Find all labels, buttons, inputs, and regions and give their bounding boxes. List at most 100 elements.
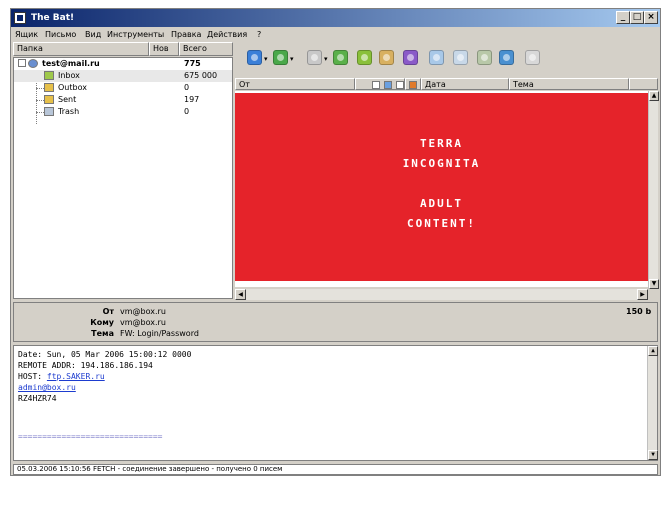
folder-count: 675 000 <box>184 71 218 80</box>
trash-folder-icon <box>44 107 54 116</box>
menu-tools[interactable]: Инструменты <box>107 30 164 39</box>
reply-all-icon[interactable] <box>357 50 372 65</box>
reply-icon[interactable] <box>333 50 348 65</box>
menu-actions[interactable]: Действия <box>207 30 247 39</box>
title-bar[interactable]: The Bat! _ □ × <box>11 9 660 27</box>
folder-label: Sent <box>58 95 77 104</box>
column-new[interactable]: Нов <box>149 42 179 56</box>
folder-count: 0 <box>184 107 190 116</box>
preview-banner: TERRA INCOGNITA ADULT CONTENT! <box>235 93 648 281</box>
menu-bar: Ящик Письмо Вид Инструменты Правка Дейст… <box>11 28 660 42</box>
maximize-button[interactable]: □ <box>630 11 644 24</box>
account-icon <box>28 59 38 68</box>
message-header-panel: От vm@box.ru Кому vm@box.ru Тема FW: Log… <box>13 302 658 342</box>
address-book-icon[interactable] <box>477 50 492 65</box>
attachment-icon <box>384 81 392 89</box>
sent-folder-icon <box>44 95 54 104</box>
column-total[interactable]: Всего <box>179 42 233 56</box>
banner-line-1: TERRA <box>419 137 464 150</box>
column-date[interactable]: Дата <box>421 78 509 90</box>
delete-icon[interactable] <box>429 50 444 65</box>
account-name: test@mail.ru <box>42 59 100 68</box>
scroll-down-arrow-icon[interactable]: ▼ <box>649 279 659 289</box>
mail-client-window: The Bat! _ □ × Ящик Письмо Вид Инструмен… <box>10 8 661 476</box>
minimize-button[interactable]: _ <box>616 11 630 24</box>
folder-label: Inbox <box>58 71 80 80</box>
tree-account[interactable]: test@mail.ru 775 <box>14 58 232 70</box>
tree-folder-outbox[interactable]: Outbox 0 <box>14 82 232 94</box>
priority-icon <box>409 81 417 89</box>
host-link[interactable]: ftp.SAKER.ru <box>47 372 105 381</box>
column-flags[interactable] <box>355 78 405 90</box>
column-priority[interactable] <box>405 78 421 90</box>
body-line-date: Date: Sun, 05 Mar 2006 15:00:12 0000 <box>18 350 192 359</box>
expand-icon[interactable] <box>18 59 26 67</box>
body-line-password: RZ4HZR74 <box>18 394 57 403</box>
chevron-down-icon[interactable]: ▾ <box>264 55 268 63</box>
close-button[interactable]: × <box>644 11 658 24</box>
flag-icon <box>372 81 380 89</box>
from-label: От <box>102 307 114 316</box>
column-folder[interactable]: Папка <box>13 42 149 56</box>
menu-help[interactable]: ? <box>257 30 261 39</box>
print-icon[interactable] <box>453 50 468 65</box>
folder-label: Trash <box>58 107 80 116</box>
banner-line-2: INCOGNITA <box>402 157 481 170</box>
banner-line-3: ADULT <box>419 197 464 210</box>
preview-horizontal-scrollbar[interactable]: ◀ ▶ <box>235 289 648 300</box>
folder-label: Outbox <box>58 83 87 92</box>
scroll-up-arrow-icon[interactable]: ▲ <box>649 91 659 101</box>
chevron-down-icon[interactable]: ▾ <box>324 55 328 63</box>
new-message-icon[interactable] <box>307 50 322 65</box>
read-icon <box>396 81 404 89</box>
tree-folder-sent[interactable]: Sent 197 <box>14 94 232 106</box>
message-size: 150 b <box>626 307 652 316</box>
send-mail-icon[interactable] <box>273 50 288 65</box>
from-value[interactable]: vm@box.ru <box>120 307 166 316</box>
body-line-host: HOST: ftp.SAKER.ru <box>18 372 105 381</box>
redirect-icon[interactable] <box>403 50 418 65</box>
to-value[interactable]: vm@box.ru <box>120 318 166 327</box>
find-icon[interactable] <box>499 50 514 65</box>
scroll-down-arrow-icon[interactable]: ▼ <box>648 450 658 460</box>
menu-view[interactable]: Вид <box>85 30 101 39</box>
scroll-left-arrow-icon[interactable]: ◀ <box>235 289 246 300</box>
menu-edit[interactable]: Правка <box>171 30 201 39</box>
body-vertical-scrollbar[interactable]: ▲ ▼ <box>647 346 658 460</box>
column-extra[interactable] <box>629 78 658 90</box>
get-mail-icon[interactable] <box>247 50 262 65</box>
column-from[interactable]: От <box>235 78 355 90</box>
message-list-header: От Дата Тема <box>235 78 658 90</box>
body-email-link[interactable]: admin@box.ru <box>18 383 76 392</box>
outbox-folder-icon <box>44 83 54 92</box>
tree-folder-trash[interactable]: Trash 0 <box>14 106 232 118</box>
menu-mailbox[interactable]: Ящик <box>15 30 38 39</box>
column-subject[interactable]: Тема <box>509 78 629 90</box>
status-text: 05.03.2006 15:10:56 FETCH - соединение з… <box>17 465 283 473</box>
scroll-right-arrow-icon[interactable]: ▶ <box>637 289 648 300</box>
forward-icon[interactable] <box>379 50 394 65</box>
toolbar: ▾ ▾ ▾ <box>233 43 658 73</box>
subject-label: Тема <box>91 329 114 338</box>
chevron-down-icon[interactable]: ▾ <box>290 55 294 63</box>
message-preview: TERRA INCOGNITA ADULT CONTENT! <box>235 91 648 287</box>
preview-vertical-scrollbar[interactable]: ▲ ▼ <box>648 91 659 289</box>
app-icon <box>14 12 26 24</box>
body-separator: ============================== <box>18 432 163 441</box>
host-label: HOST: <box>18 372 47 381</box>
message-body[interactable]: Date: Sun, 05 Mar 2006 15:00:12 0000 REM… <box>13 345 658 461</box>
subject-value: FW: Login/Password <box>120 329 199 338</box>
folder-count: 197 <box>184 95 200 104</box>
to-label: Кому <box>90 318 114 327</box>
menu-message[interactable]: Письмо <box>45 30 76 39</box>
banner-line-4: CONTENT! <box>407 217 476 230</box>
status-bar: 05.03.2006 15:10:56 FETCH - соединение з… <box>13 464 658 475</box>
folder-tree: test@mail.ru 775 Inbox 675 000 Outbox 0 … <box>13 57 233 299</box>
account-total: 775 <box>184 59 201 68</box>
inbox-folder-icon <box>44 71 54 80</box>
tree-folder-inbox[interactable]: Inbox 675 000 <box>14 70 232 82</box>
folder-count: 0 <box>184 83 190 92</box>
scroll-up-arrow-icon[interactable]: ▲ <box>648 346 658 356</box>
filter-icon[interactable] <box>525 50 540 65</box>
body-line-remote-addr: REMOTE ADDR: 194.186.186.194 <box>18 361 153 370</box>
